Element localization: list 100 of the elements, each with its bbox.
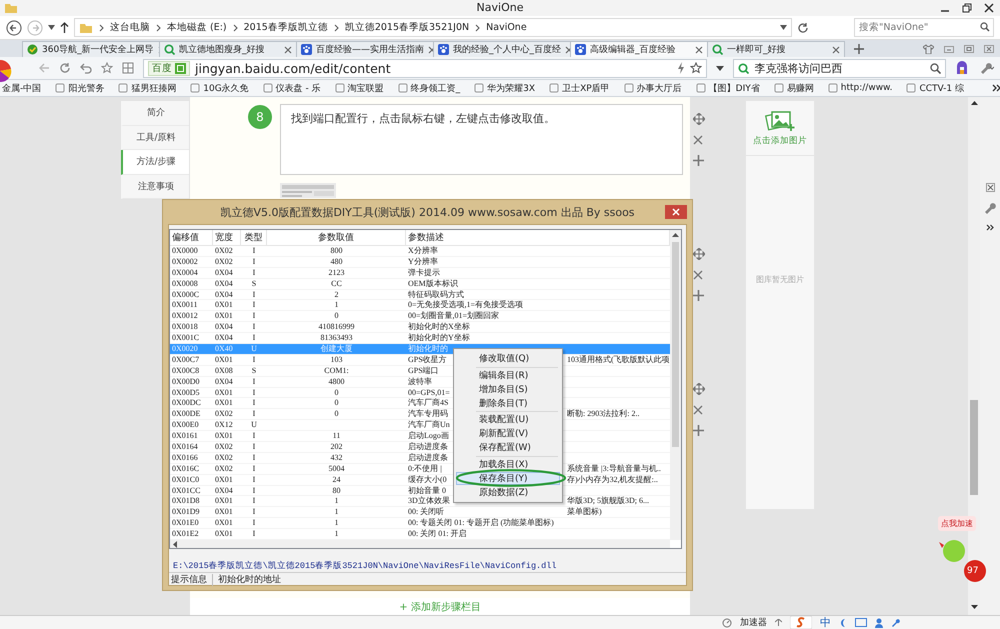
back-icon[interactable]	[6, 20, 22, 36]
up-arrow-icon[interactable]	[672, 233, 679, 237]
close-icon[interactable]	[284, 46, 292, 54]
bookmark[interactable]: 办事大厅后	[636, 82, 682, 94]
shirt-icon[interactable]	[923, 44, 934, 54]
address-field[interactable]: 百度 jingyan.baidu.com/edit/content	[143, 58, 708, 78]
address-field[interactable]: 这台电脑 本地磁盘 (E:) 2015春季版凯立德 凯立德2015春季版3521J0N NaviOne	[74, 18, 792, 37]
column-header[interactable]: 参数取值	[267, 230, 406, 246]
scrollbar-thumb[interactable]	[672, 242, 679, 447]
column-header[interactable]: 偏移值	[170, 230, 213, 246]
add-icon[interactable]	[693, 290, 704, 301]
taskbar-item[interactable]: 中	[820, 615, 831, 629]
bookmark[interactable]: 仪表盘 - 乐	[276, 82, 321, 94]
bookmark[interactable]: 猛男狂揍网	[131, 82, 176, 94]
up-arrow-icon[interactable]	[60, 22, 69, 33]
speed-up-label[interactable]: 点我加速	[938, 516, 976, 531]
more-icon[interactable]	[986, 224, 994, 231]
menu-item[interactable]: 原始数据(Z)	[456, 486, 560, 498]
add-icon[interactable]	[693, 425, 704, 436]
add-icon[interactable]	[693, 155, 704, 166]
up-arrow-icon[interactable]	[970, 101, 978, 105]
step-text-field[interactable]: 找到端口配置行，点击鼠标右键，左键点击修改取值。	[280, 104, 683, 175]
browser-tab[interactable]: 一样即可_好搜	[707, 41, 845, 57]
wrench-icon[interactable]	[891, 618, 900, 627]
table-row[interactable]: 0X0004 0X04 I 2123 弹卡提示	[170, 268, 670, 279]
close-icon[interactable]	[428, 46, 436, 54]
breadcrumb-item[interactable]: 本地磁盘 (E:)	[167, 21, 227, 34]
browser-tab[interactable]: 凯立德地图瘦身_好搜	[159, 41, 297, 57]
column-header[interactable]: 宽度	[213, 230, 241, 246]
star-icon[interactable]	[101, 62, 113, 74]
breadcrumb-item[interactable]: 凯立德2015春季版3521J0N	[344, 21, 470, 34]
dropdown-icon[interactable]	[48, 25, 55, 30]
keyboard-icon[interactable]	[855, 618, 867, 627]
close-icon[interactable]	[565, 46, 573, 54]
bookmark[interactable]: http://www.	[840, 83, 892, 93]
menu-item[interactable]: 删除条目(T)	[456, 397, 560, 410]
bookmark[interactable]: CCTV-1 综	[919, 82, 964, 94]
bookmark[interactable]: 阳光警务	[68, 82, 104, 94]
close-icon[interactable]	[695, 46, 703, 54]
undo-icon[interactable]	[80, 62, 92, 74]
close-button[interactable]	[665, 205, 687, 219]
dropdown-icon[interactable]	[716, 66, 724, 70]
down-arrow-icon[interactable]	[970, 605, 978, 609]
table-row[interactable]: 0X0012 0X01 I 0 00=划圈音量,01=划圈回家	[170, 311, 670, 322]
breadcrumb-item[interactable]: 这台电脑	[110, 21, 150, 34]
bookmark[interactable]: 10G永久免	[203, 82, 249, 94]
more-icon[interactable]	[992, 84, 1000, 92]
refresh-icon[interactable]	[59, 62, 71, 74]
delete-icon[interactable]	[693, 135, 703, 145]
delete-icon[interactable]	[693, 405, 703, 415]
table-row[interactable]: 0X000C 0X04 I 2 特征码取码方式	[170, 290, 670, 300]
table-row[interactable]: 0X0011 0X01 I 1 0=无免接受选项,1=有免接受选项	[170, 300, 670, 312]
bookmark[interactable]: 淘宝联盟	[348, 82, 384, 94]
move-icon[interactable]	[693, 383, 705, 395]
delete-icon[interactable]	[693, 270, 703, 280]
nav-item[interactable]: 简介	[121, 101, 189, 126]
browser-tab[interactable]: 我的经验_个人中心_百度经	[433, 41, 571, 57]
close-icon[interactable]	[986, 183, 994, 192]
scrollbar-thumb[interactable]	[970, 400, 978, 495]
user-icon[interactable]	[875, 618, 883, 628]
moon-icon[interactable]	[839, 618, 847, 628]
table-row[interactable]: 0X0002 0X02 I 480 Y分辨率	[170, 256, 670, 268]
dropdown-icon[interactable]	[780, 25, 787, 30]
arrow-up-icon[interactable]	[775, 619, 782, 626]
breadcrumb-item[interactable]: 2015春季版凯立德	[244, 21, 328, 34]
column-header[interactable]: 类型	[241, 230, 267, 246]
restore-icon[interactable]	[962, 3, 972, 13]
lightning-icon[interactable]	[677, 62, 686, 74]
search-field[interactable]: 搜索"NaviOne"	[854, 18, 994, 37]
grid-icon[interactable]	[122, 62, 134, 74]
wrench-icon[interactable]	[983, 202, 997, 214]
bookmark[interactable]: 华为荣耀3X	[487, 82, 536, 94]
extension-icon[interactable]	[955, 61, 969, 75]
table-row[interactable]: 0X0018 0X04 I 410816999 初始化时的X坐标	[170, 322, 670, 334]
nav-item[interactable]: 方法/步骤	[121, 150, 189, 174]
table-row[interactable]: 0X01D9 0X01 I 1 00: 关闭听 菜单图标)	[170, 507, 670, 518]
search-icon[interactable]	[980, 22, 990, 32]
search-field[interactable]: 李克强将访问巴西	[733, 58, 946, 78]
refresh-icon[interactable]	[797, 22, 809, 34]
bookmark[interactable]: 卫士XP盾甲	[562, 82, 610, 94]
bookmark[interactable]: 易赚网	[786, 82, 814, 94]
bookmark[interactable]: 金属-中国	[2, 82, 42, 94]
new-tab-icon[interactable]	[854, 44, 864, 54]
table-row[interactable]: 0X0000 0X02 I 800 X分辨率	[170, 246, 670, 257]
input-method-icon[interactable]	[790, 616, 812, 629]
move-icon[interactable]	[693, 248, 705, 260]
close-icon[interactable]	[832, 46, 840, 54]
move-icon[interactable]	[693, 113, 705, 125]
bookmark[interactable]: 终身领工资_	[410, 82, 460, 94]
browser-tab[interactable]: 360导航_新一代安全上网导	[22, 41, 160, 57]
taskbar-item[interactable]: 加速器	[740, 616, 767, 629]
close-icon[interactable]	[984, 3, 994, 13]
left-arrow-icon[interactable]	[173, 540, 177, 548]
browser-tab[interactable]: 百度经验——实用生活指南	[296, 41, 434, 57]
accelerator-icon[interactable]	[722, 618, 732, 628]
breadcrumb-item[interactable]: NaviOne	[486, 22, 527, 33]
table-row[interactable]: 0X0008 0X04 S CC OEM版本标识	[170, 278, 670, 290]
menu-item[interactable]: 保存配置(W)	[456, 442, 560, 454]
browser-tab[interactable]: 高级编辑器_百度经验	[570, 41, 708, 57]
bookmark[interactable]: 【图】DIY省	[708, 82, 760, 94]
